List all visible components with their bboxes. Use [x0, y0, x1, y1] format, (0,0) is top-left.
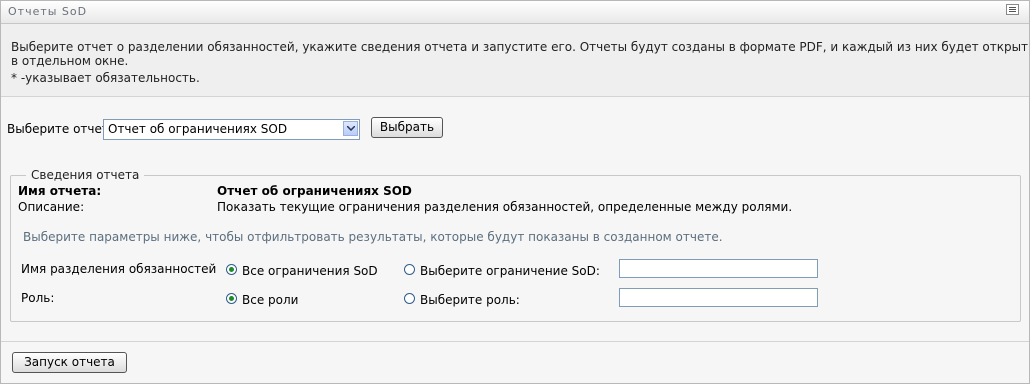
report-description-label: Описание: — [18, 200, 85, 214]
role-param-label: Роль: — [21, 291, 55, 305]
all-roles-radio[interactable] — [226, 293, 237, 304]
title-bar: Отчеты SoD — [1, 1, 1029, 24]
panel-title: Отчеты SoD — [8, 5, 88, 18]
report-description-value: Показать текущие ограничения разделения … — [217, 200, 793, 214]
run-report-button[interactable]: Запуск отчета — [12, 352, 127, 373]
select-sod-radio[interactable] — [404, 264, 415, 275]
report-details-group: Сведения отчета Имя отчета: Отчет об огр… — [10, 168, 1021, 322]
sod-reports-panel: Отчеты SoD Выберите отчет о разделении о… — [0, 0, 1030, 384]
report-name-value: Отчет об ограничениях SOD — [217, 184, 412, 198]
report-details-legend: Сведения отчета — [26, 168, 145, 182]
report-select-label: Выберите отчет: — [7, 122, 113, 136]
role-input[interactable] — [619, 288, 818, 307]
chevron-down-icon[interactable] — [343, 121, 358, 136]
all-sod-radio[interactable] — [226, 264, 237, 275]
report-select-value: Отчет об ограничениях SOD — [108, 122, 288, 136]
select-role-radio[interactable] — [404, 293, 415, 304]
sod-constraint-input[interactable] — [619, 259, 818, 278]
footer-divider — [1, 341, 1029, 342]
select-report-button[interactable]: Выбрать — [371, 117, 443, 138]
window-menu-icon[interactable] — [1006, 4, 1019, 15]
intro-section: Выберите отчет о разделении обязанностей… — [1, 24, 1029, 97]
report-name-label: Имя отчета: — [18, 184, 102, 198]
intro-description: Выберите отчет о разделении обязанностей… — [11, 40, 1029, 68]
all-roles-radio-label[interactable]: Все роли — [242, 293, 298, 307]
filter-hint: Выберите параметры ниже, чтобы отфильтро… — [23, 230, 723, 244]
required-note: * -указывает обязательность. — [11, 71, 200, 85]
all-sod-radio-label[interactable]: Все ограничения SoD — [242, 264, 378, 278]
select-sod-radio-label[interactable]: Выберите ограничение SoD: — [420, 264, 600, 278]
report-select[interactable]: Отчет об ограничениях SOD — [103, 119, 360, 140]
select-role-radio-label[interactable]: Выберите роль: — [420, 293, 520, 307]
sod-param-label: Имя разделения обязанностей — [21, 262, 217, 276]
